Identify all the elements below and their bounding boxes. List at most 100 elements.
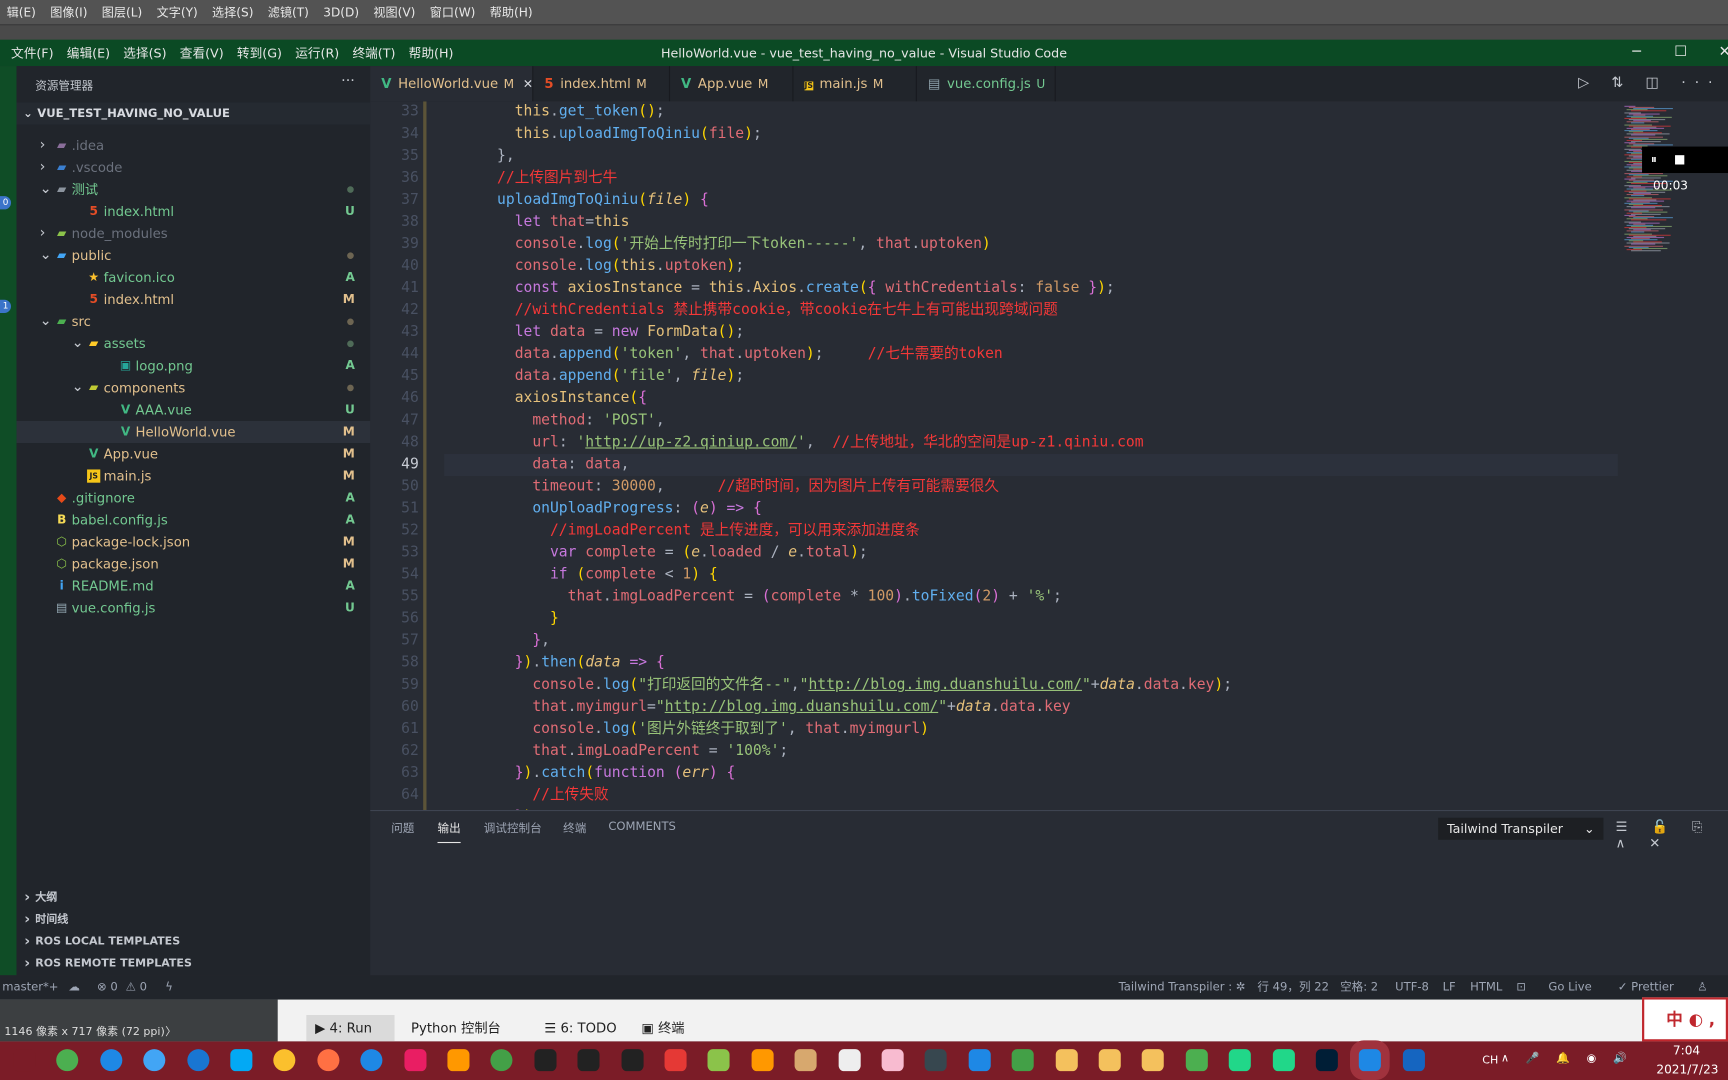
status-item[interactable]: UTF-8 bbox=[1395, 975, 1429, 999]
code-line[interactable]: 60 that.myimgurl="http://blog.img.duansh… bbox=[370, 696, 1615, 718]
pycharm-icon[interactable] bbox=[1228, 1049, 1252, 1072]
tree-folder[interactable]: ⌄ ▰ src bbox=[17, 311, 371, 333]
code-line[interactable]: 62 that.imgLoadPercent = '100%'; bbox=[370, 741, 1615, 763]
ps-menu-item[interactable]: 视图(V) bbox=[373, 3, 415, 21]
chrome-icon[interactable] bbox=[490, 1049, 513, 1072]
sidebar-section[interactable]: › ROS REMOTE TEMPLATES bbox=[17, 953, 371, 975]
avatar-icon[interactable] bbox=[881, 1049, 904, 1072]
folder-icon[interactable] bbox=[1142, 1049, 1165, 1072]
ime-indicator[interactable]: 中 ◐ , bbox=[1642, 997, 1728, 1042]
tree-file[interactable]: V AAA.vue U bbox=[17, 399, 371, 421]
extensions-badge[interactable]: 1 bbox=[0, 299, 12, 313]
task-view-icon[interactable] bbox=[13, 1049, 36, 1072]
status-item[interactable]: 空格: 2 bbox=[1340, 975, 1378, 999]
more-actions-button[interactable]: ··· bbox=[341, 73, 355, 90]
menu-item[interactable]: 选择(S) bbox=[123, 44, 166, 62]
code-line[interactable]: 52 //imgLoadPercent 是上传进度，可以用来添加进度条 bbox=[370, 520, 1615, 542]
tree-file[interactable]: ⬡ package-lock.json M bbox=[17, 531, 371, 553]
chevron-right-icon[interactable]: 〉 bbox=[165, 1022, 176, 1038]
pycharm-icon[interactable] bbox=[1272, 1049, 1295, 1072]
ps-menu-item[interactable]: 滤镜(T) bbox=[268, 3, 309, 21]
panel-actions[interactable]: ☰ 🔓 ⎘ ∧ ✕ bbox=[1616, 819, 1728, 851]
ps-menu-item[interactable]: 选择(S) bbox=[212, 3, 253, 21]
tab-vue-config-js[interactable]: ▤ vue.config.js U bbox=[917, 66, 1056, 102]
chrome-icon[interactable] bbox=[273, 1049, 296, 1072]
output-channel-select[interactable]: Tailwind Transpiler ⌄ bbox=[1438, 817, 1604, 840]
code-line[interactable]: 33 this.get_token(); bbox=[370, 101, 1615, 123]
panel-tab[interactable]: COMMENTS bbox=[608, 820, 676, 833]
code-line[interactable]: 59 console.log("打印返回的文件名--","http://blog… bbox=[370, 674, 1615, 696]
status-item[interactable]: ⊡ bbox=[1516, 975, 1526, 999]
code-line[interactable]: 50 timeout: 30000, //超时时间，因为图片上传有可能需要很久 bbox=[370, 476, 1615, 498]
pycharm-tab[interactable]: ▣ 终端 bbox=[633, 1015, 697, 1041]
menu-item[interactable]: 转到(G) bbox=[237, 44, 282, 62]
menu-item[interactable]: 帮助(H) bbox=[409, 44, 454, 62]
tab-helloworld-vue[interactable]: V HelloWorld.vue M ✕ bbox=[370, 66, 534, 102]
vscode-icon[interactable] bbox=[1359, 1049, 1382, 1072]
code-line[interactable]: 42 //withCredentials 禁止携带cookie，带cookie在… bbox=[370, 300, 1615, 322]
menu-item[interactable]: 终端(T) bbox=[352, 44, 395, 62]
code-line[interactable]: 46 axiosInstance({ bbox=[370, 388, 1615, 410]
code-line[interactable]: 48 url: 'http://up-z2.qiniup.com/', //上传… bbox=[370, 432, 1615, 454]
camera-icon[interactable] bbox=[404, 1049, 427, 1072]
code-line[interactable]: 38 let that=this bbox=[370, 212, 1615, 234]
code-line[interactable]: 55 that.imgLoadPercent = (complete * 100… bbox=[370, 586, 1615, 608]
hbuilder-icon[interactable] bbox=[1011, 1049, 1034, 1072]
ps-menu-item[interactable]: 图层(L) bbox=[102, 3, 142, 21]
code-line[interactable]: 47 method: 'POST', bbox=[370, 410, 1615, 432]
ps-menu-item[interactable]: 文字(Y) bbox=[157, 3, 198, 21]
tray-icons[interactable]: ∧ 🎤 🔔 ◉ 🔊 bbox=[1501, 1052, 1633, 1064]
ps-menu-item[interactable]: 3D(D) bbox=[323, 5, 359, 19]
sidebar-section[interactable]: › ROS LOCAL TEMPLATES bbox=[17, 931, 371, 953]
status-item[interactable]: LF bbox=[1443, 975, 1456, 999]
tree-file[interactable]: JS main.js M bbox=[17, 465, 371, 487]
status-item[interactable]: HTML bbox=[1470, 975, 1502, 999]
code-line[interactable]: 36 //上传图片到七牛 bbox=[370, 168, 1615, 190]
pycharm-tab[interactable]: Python 控制台 bbox=[402, 1015, 521, 1041]
editor-actions[interactable]: ▷ ⇅ ◫ ··· bbox=[1578, 75, 1721, 92]
code-line[interactable]: 44 data.append('token', that.uptoken); /… bbox=[370, 344, 1615, 366]
code-line[interactable]: 35 }, bbox=[370, 145, 1615, 167]
tree-file[interactable]: 5 index.html U bbox=[17, 201, 371, 223]
ps-menu-item[interactable]: 辑(E) bbox=[7, 3, 36, 21]
tree-file[interactable]: ◆ .gitignore A bbox=[17, 487, 371, 509]
tree-folder[interactable]: ⌄ ▰ 测试 bbox=[17, 179, 371, 201]
status-item[interactable]: ✓ Prettier bbox=[1618, 975, 1674, 999]
menu-item[interactable]: 编辑(E) bbox=[67, 44, 110, 62]
code-line[interactable]: 37 uploadImgToQiniu(file) { bbox=[370, 190, 1615, 212]
code-line[interactable]: 45 data.append('file', file); bbox=[370, 366, 1615, 388]
status-item[interactable]: ♙ bbox=[1697, 975, 1707, 999]
code-line[interactable]: 53 var complete = (e.loaded / e.total); bbox=[370, 542, 1615, 564]
status-item[interactable]: Go Live bbox=[1548, 975, 1591, 999]
git-branch[interactable]: master*+ bbox=[2, 975, 58, 999]
status-item[interactable]: Tailwind Transpiler : ✲ bbox=[1119, 975, 1246, 999]
terminal-icon[interactable] bbox=[577, 1049, 600, 1072]
ps-menu-item[interactable]: 图像(I) bbox=[50, 3, 87, 21]
tab-main-js[interactable]: JS main.js M bbox=[793, 66, 917, 102]
status-item[interactable]: 行 49，列 22 bbox=[1257, 975, 1329, 999]
code-line[interactable]: 58 }).then(data => { bbox=[370, 652, 1615, 674]
ps-menu-item[interactable]: 帮助(H) bbox=[490, 3, 533, 21]
terminal-icon[interactable] bbox=[621, 1049, 644, 1072]
tree-file[interactable]: V HelloWorld.vue M bbox=[16, 420, 371, 444]
code-editor[interactable]: 33 this.get_token(); 34 this.uploadImgToQ… bbox=[370, 101, 1728, 810]
sogou-icon[interactable] bbox=[360, 1049, 383, 1072]
ps-menu-item[interactable]: 窗口(W) bbox=[430, 3, 476, 21]
browser-green-icon[interactable] bbox=[56, 1049, 79, 1072]
chrome-icon[interactable] bbox=[317, 1049, 340, 1072]
tree-file[interactable]: ★ favicon.ico A bbox=[17, 267, 371, 289]
code-line[interactable]: 56 } bbox=[370, 608, 1615, 630]
tab-app-vue[interactable]: V App.vue M bbox=[670, 66, 794, 102]
app-icon[interactable] bbox=[230, 1049, 253, 1072]
browser-blue-icon[interactable] bbox=[143, 1049, 166, 1072]
notes-icon[interactable] bbox=[707, 1049, 730, 1072]
tree-file[interactable]: ▣ logo.png A bbox=[17, 355, 371, 377]
pause-icon[interactable]: ⏸ bbox=[1651, 152, 1657, 166]
vivaldi-icon[interactable] bbox=[664, 1049, 687, 1072]
code-line[interactable]: 34 this.uploadImgToQiniu(file); bbox=[370, 123, 1615, 145]
close-icon[interactable]: ✕ bbox=[523, 77, 533, 91]
sidebar-section[interactable]: › 时间线 bbox=[17, 909, 371, 931]
menu-item[interactable]: 文件(F) bbox=[11, 44, 54, 62]
tree-folder[interactable]: › ▰ node_modules bbox=[17, 223, 371, 245]
warnings-count[interactable]: ⚠ 0 bbox=[126, 975, 147, 999]
